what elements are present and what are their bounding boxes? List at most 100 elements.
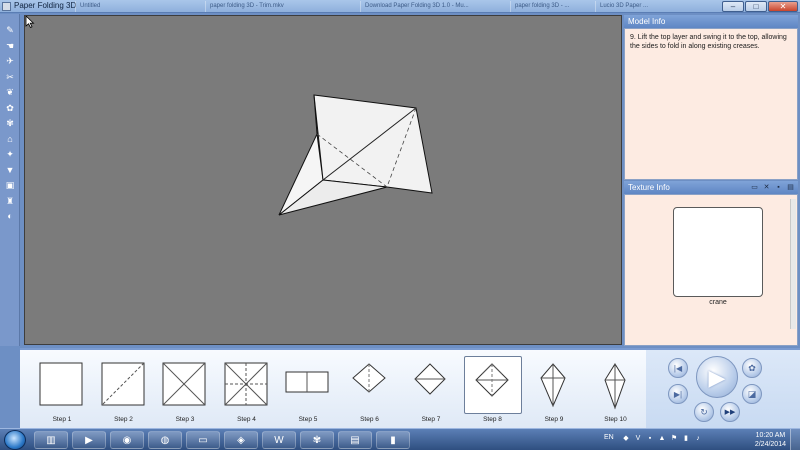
system-tray: EN ◆ V ▪ ▲ ⚑ ▮ ♪ 10:20 AM 2/24/2014 — [600, 429, 800, 450]
window-title: Paper Folding 3D — [14, 1, 77, 10]
chrome-icon[interactable]: ◉ — [110, 431, 144, 449]
paper-model — [278, 94, 433, 216]
house-model-icon[interactable]: ⌂ — [3, 133, 17, 145]
step-diagram — [603, 363, 626, 410]
crane-model-icon[interactable]: ✈ — [3, 55, 17, 67]
box-model-icon[interactable]: ▣ — [3, 179, 17, 191]
playback-controls: |◀ ▶| ▶ ✿ ◪ ↻ ▶▶ — [646, 348, 800, 428]
pencil-tool-icon[interactable]: ✎ — [3, 24, 17, 36]
butterfly-button[interactable]: ✿ — [742, 358, 762, 378]
hand-tool-icon[interactable]: ☚ — [3, 40, 17, 52]
texture-thumbnail[interactable] — [673, 207, 763, 297]
step-diagram — [474, 363, 509, 397]
fish-model-icon[interactable]: ❦ — [3, 86, 17, 98]
media-player-icon[interactable]: ▶ — [72, 431, 106, 449]
language-indicator[interactable]: EN — [604, 434, 614, 441]
background-tab[interactable]: Lucio 3D Paper ... — [595, 1, 675, 12]
minimize-button[interactable]: – — [722, 1, 744, 12]
fold-model-icon[interactable]: ✂ — [3, 71, 17, 83]
clock-time: 10:20 AM — [755, 432, 786, 439]
save-icon[interactable]: ▪ — [774, 183, 783, 192]
tray-box-icon[interactable]: ▪ — [646, 435, 654, 443]
info-model-icon[interactable]: ◐ — [3, 210, 17, 222]
clock[interactable]: 10:20 AM 2/24/2014 — [755, 431, 786, 449]
cup-model-icon[interactable]: ♜ — [3, 195, 17, 207]
mouse-cursor-icon — [25, 16, 35, 28]
step-9-thumbnail[interactable]: Step 9 — [525, 356, 583, 426]
monitor-icon[interactable]: ▭ — [186, 431, 220, 449]
notepad-icon[interactable]: ▤ — [338, 431, 372, 449]
butterfly-model-icon[interactable]: ✿ — [3, 102, 17, 114]
step-diagram — [101, 362, 144, 406]
repeat-button[interactable]: ↻ — [694, 402, 714, 422]
maximize-button[interactable]: □ — [745, 1, 767, 12]
background-tabs: Untitled paper folding 3D - Trim.mkv Dow… — [75, 1, 710, 12]
step-8-thumbnail[interactable]: Step 8 — [463, 356, 522, 426]
background-tab[interactable]: paper folding 3D - ... — [510, 1, 590, 12]
tray-network-icon[interactable]: ▮ — [682, 435, 690, 443]
star-model-icon[interactable]: ✦ — [3, 148, 17, 160]
step-label: Step 10 — [604, 416, 627, 423]
step-6-thumbnail[interactable]: Step 6 — [341, 356, 399, 426]
step-10-thumbnail[interactable]: Step 10 — [587, 356, 645, 426]
tray-flag-icon[interactable]: ⚑ — [670, 435, 678, 443]
app-icon[interactable]: ◈ — [224, 431, 258, 449]
step-4-thumbnail[interactable]: Step 4 — [218, 356, 276, 426]
texture-info-header: Texture Info ▭ ✕ ▪ ▤ — [624, 181, 798, 194]
model-viewport[interactable] — [24, 15, 622, 345]
step-diagram — [351, 363, 386, 393]
texture-info-title: Texture Info — [628, 183, 670, 192]
delete-icon[interactable]: ✕ — [762, 183, 771, 192]
tray-media-icon[interactable]: ◆ — [622, 435, 630, 443]
step-label: Step 7 — [421, 416, 441, 423]
start-button[interactable] — [4, 430, 26, 450]
step-diagram — [414, 363, 446, 395]
next-step-button[interactable]: ▶| — [668, 384, 688, 404]
camera-button[interactable]: ◪ — [742, 384, 762, 404]
texture-scrollbar[interactable] — [790, 199, 796, 329]
model-info-header: Model Info — [624, 15, 798, 28]
step-diagram — [285, 371, 329, 393]
steps-strip: Step 1 Step 2 Step 3 Step 4 Step 5 Step 6 Step… — [20, 348, 646, 428]
step-label: Step 2 — [114, 416, 133, 423]
step-5-thumbnail[interactable]: Step 5 — [279, 356, 337, 426]
background-tab[interactable]: Download Paper Folding 3D 1.0 - Mu... — [360, 1, 500, 12]
background-tab[interactable]: Untitled — [75, 1, 155, 12]
firefox-icon[interactable]: ◍ — [148, 431, 182, 449]
tray-volume-icon[interactable]: ♪ — [694, 435, 702, 443]
explorer-icon[interactable]: ▥ — [34, 431, 68, 449]
step-1-thumbnail[interactable]: Step 1 — [33, 356, 91, 426]
step-label: Step 9 — [544, 416, 564, 423]
boat-model-icon[interactable]: ▼ — [3, 164, 17, 176]
open-folder-icon[interactable]: ▭ — [750, 183, 759, 192]
fast-forward-button[interactable]: ▶▶ — [720, 402, 740, 422]
step-2-thumbnail[interactable]: Step 2 — [95, 356, 153, 426]
texture-info-panel: crane — [624, 194, 798, 346]
texture-toolbar: ▭ ✕ ▪ ▤ — [750, 183, 795, 192]
window-controls: – □ ✕ — [722, 1, 798, 12]
step-label: Step 1 — [52, 416, 72, 423]
frog-icon[interactable]: ✾ — [300, 431, 334, 449]
background-tab[interactable]: paper folding 3D - Trim.mkv — [205, 1, 325, 12]
word-icon[interactable]: W — [262, 431, 296, 449]
tray-v-icon[interactable]: V — [634, 435, 642, 443]
step-7-thumbnail[interactable]: Step 7 — [402, 356, 460, 426]
step-diagram — [540, 363, 566, 408]
title-bar: Paper Folding 3D Untitled paper folding … — [0, 0, 800, 13]
close-button[interactable]: ✕ — [768, 1, 798, 12]
tray-arrow-icon[interactable]: ▲ — [658, 435, 666, 443]
print-icon[interactable]: ▤ — [786, 183, 795, 192]
frog-model-icon[interactable]: ✾ — [3, 117, 17, 129]
step-3-thumbnail[interactable]: Step 3 — [156, 356, 214, 426]
show-desktop-button[interactable] — [790, 429, 800, 450]
step-diagram — [39, 362, 83, 406]
step-label: Step 4 — [237, 416, 256, 423]
model-instruction-text: 9. Lift the top layer and swing it to th… — [630, 34, 787, 50]
texture-name: crane — [709, 299, 727, 306]
video-icon[interactable]: ▮ — [376, 431, 410, 449]
clock-date: 2/24/2014 — [754, 441, 786, 448]
first-step-button[interactable]: |◀ — [668, 358, 688, 378]
step-label: Step 8 — [483, 416, 502, 423]
step-diagram — [224, 362, 267, 406]
play-button[interactable]: ▶ — [696, 356, 738, 398]
